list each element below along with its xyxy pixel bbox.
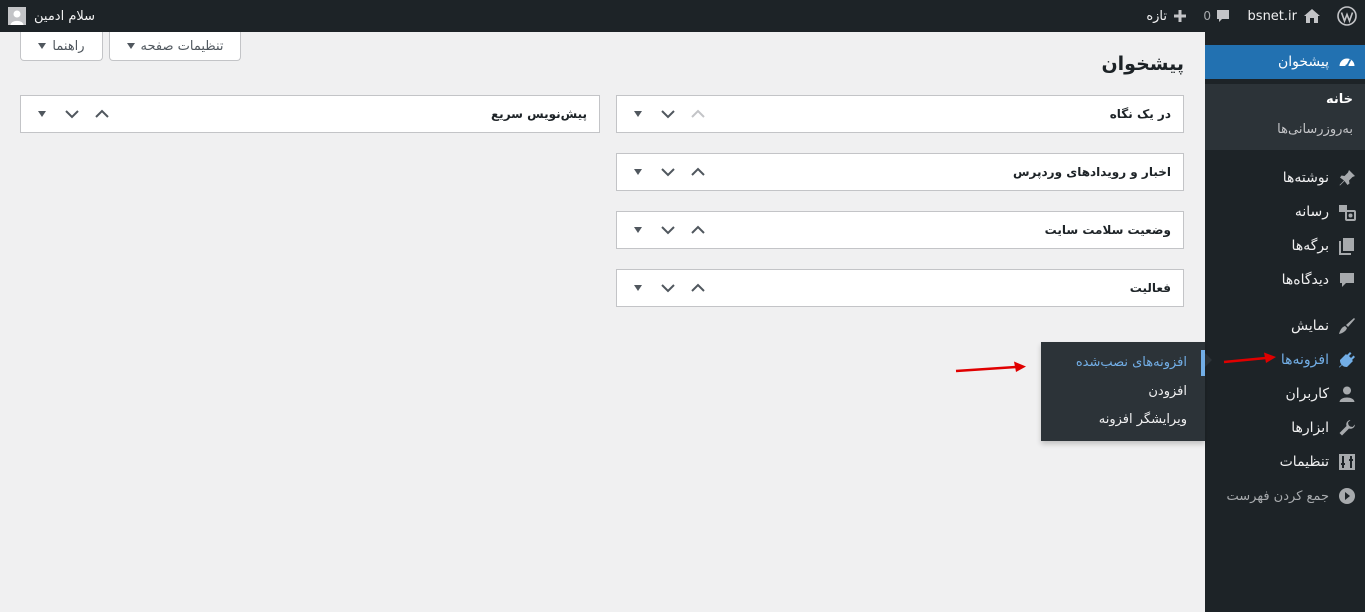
help-button[interactable]: راهنما — [20, 32, 103, 61]
submenu-plugin-editor[interactable]: ویرایشگر افزونه — [1099, 412, 1187, 427]
plugins-icon — [1337, 350, 1357, 370]
flyout-notch — [1204, 352, 1212, 368]
menu-label: ابزارها — [1291, 420, 1329, 436]
move-down-icon[interactable] — [657, 103, 679, 125]
move-up-icon[interactable] — [687, 103, 709, 125]
new-label: تازه — [1146, 8, 1167, 24]
menu-pages[interactable]: برگه‌ها — [1205, 229, 1365, 263]
home-icon — [1303, 7, 1321, 25]
annotation-arrow-icon — [1223, 352, 1276, 364]
new-content-link[interactable]: تازه — [1146, 0, 1187, 32]
menu-posts[interactable]: نوشته‌ها — [1205, 161, 1365, 195]
toggle-panel-icon[interactable] — [627, 103, 649, 125]
widget-controls — [627, 277, 709, 299]
pages-icon — [1337, 236, 1357, 256]
menu-dashboard[interactable]: پیشخوان — [1197, 45, 1365, 79]
comments-count: 0 — [1203, 9, 1211, 23]
site-name-link[interactable]: bsnet.ir — [1248, 0, 1321, 32]
plugins-flyout-submenu: افزونه‌های نصب‌شده افزودن ویرایشگر افزون… — [1041, 342, 1205, 441]
submenu-add-plugin[interactable]: افزودن — [1148, 384, 1187, 399]
greeting-text: سلام ادمین — [34, 8, 96, 24]
appearance-icon — [1337, 316, 1357, 336]
widget-title: پیش‌نویس سریع — [490, 107, 587, 121]
comments-icon — [1337, 270, 1357, 290]
menu-label: برگه‌ها — [1291, 238, 1329, 254]
move-up-icon[interactable] — [91, 103, 113, 125]
comment-bubble-icon — [1215, 8, 1231, 24]
caret-down-icon — [126, 43, 135, 49]
widget-at-a-glance: در یک نگاه — [616, 95, 1184, 133]
users-icon — [1337, 384, 1357, 404]
widget-controls — [627, 103, 709, 125]
collapse-menu-button[interactable]: جمع کردن فهرست — [1205, 479, 1365, 513]
widget-controls — [31, 103, 113, 125]
menu-label: نمایش — [1290, 318, 1329, 334]
submenu-updates[interactable]: به‌روزرسانی‌ها — [1205, 122, 1365, 137]
tools-icon — [1337, 418, 1357, 438]
menu-label: رسانه — [1294, 204, 1329, 220]
wordpress-logo-icon[interactable] — [1329, 0, 1365, 32]
widget-controls — [627, 161, 709, 183]
active-indicator — [1201, 350, 1205, 376]
dashboard-submenu: خانه به‌روزرسانی‌ها — [1205, 84, 1365, 150]
page-title: پیشخوان — [1101, 53, 1184, 75]
widget-title: وضعیت سلامت سایت — [1044, 223, 1171, 237]
admin-bar: bsnet.ir 0 تازه سلام ادمین — [0, 0, 1365, 32]
submenu-home[interactable]: خانه — [1205, 92, 1365, 107]
widget-title: اخبار و رویدادهای وردپرس — [1012, 165, 1171, 179]
move-down-icon[interactable] — [61, 103, 83, 125]
menu-users[interactable]: کاربران — [1205, 377, 1365, 411]
site-name: bsnet.ir — [1247, 8, 1297, 24]
menu-label: جمع کردن فهرست — [1226, 488, 1329, 504]
move-up-icon[interactable] — [687, 219, 709, 241]
widget-controls — [627, 219, 709, 241]
media-icon — [1337, 202, 1357, 222]
avatar — [8, 7, 26, 25]
move-down-icon[interactable] — [657, 161, 679, 183]
pin-icon — [1337, 168, 1357, 188]
comments-link[interactable]: 0 — [1203, 0, 1231, 32]
menu-label: تنظیمات — [1279, 454, 1329, 470]
menu-media[interactable]: رسانه — [1205, 195, 1365, 229]
caret-down-icon — [38, 43, 47, 49]
collapse-play-icon — [1337, 486, 1357, 506]
my-account-link[interactable]: سلام ادمین — [8, 0, 95, 32]
settings-icon — [1337, 452, 1357, 472]
menu-tools[interactable]: ابزارها — [1205, 411, 1365, 445]
toggle-panel-icon[interactable] — [627, 161, 649, 183]
screen-options-button[interactable]: تنظیمات صفحه — [109, 32, 241, 61]
widget-activity: فعالیت — [616, 269, 1184, 307]
widget-title: در یک نگاه — [1109, 107, 1171, 121]
move-up-icon[interactable] — [687, 161, 709, 183]
widget-quick-draft: پیش‌نویس سریع — [20, 95, 600, 133]
widget-title: فعالیت — [1129, 281, 1171, 295]
current-page-arrow — [1197, 54, 1205, 70]
dashboard-gauge-icon — [1337, 52, 1357, 72]
move-down-icon[interactable] — [657, 219, 679, 241]
annotation-arrow-icon — [955, 361, 1026, 373]
toggle-panel-icon[interactable] — [31, 103, 53, 125]
widget-wordpress-news: اخبار و رویدادهای وردپرس — [616, 153, 1184, 191]
toggle-panel-icon[interactable] — [627, 219, 649, 241]
toggle-panel-icon[interactable] — [627, 277, 649, 299]
admin-sidebar: پیشخوان خانه به‌روزرسانی‌ها نوشته‌ها رسا… — [1197, 32, 1365, 612]
menu-comments[interactable]: دیدگاه‌ها — [1205, 263, 1365, 297]
menu-settings[interactable]: تنظیمات — [1205, 445, 1365, 479]
help-label: راهنما — [52, 38, 85, 54]
move-up-icon[interactable] — [687, 277, 709, 299]
menu-label: کاربران — [1285, 386, 1329, 402]
screen-options-label: تنظیمات صفحه — [140, 38, 224, 54]
menu-label: نوشته‌ها — [1282, 170, 1329, 186]
move-down-icon[interactable] — [657, 277, 679, 299]
submenu-installed-plugins[interactable]: افزونه‌های نصب‌شده — [1076, 355, 1187, 370]
menu-appearance[interactable]: نمایش — [1205, 309, 1365, 343]
plus-icon — [1173, 9, 1187, 23]
menu-label: پیشخوان — [1277, 54, 1329, 70]
menu-label: افزونه‌ها — [1280, 352, 1329, 368]
widget-site-health: وضعیت سلامت سایت — [616, 211, 1184, 249]
menu-label: دیدگاه‌ها — [1281, 272, 1329, 288]
